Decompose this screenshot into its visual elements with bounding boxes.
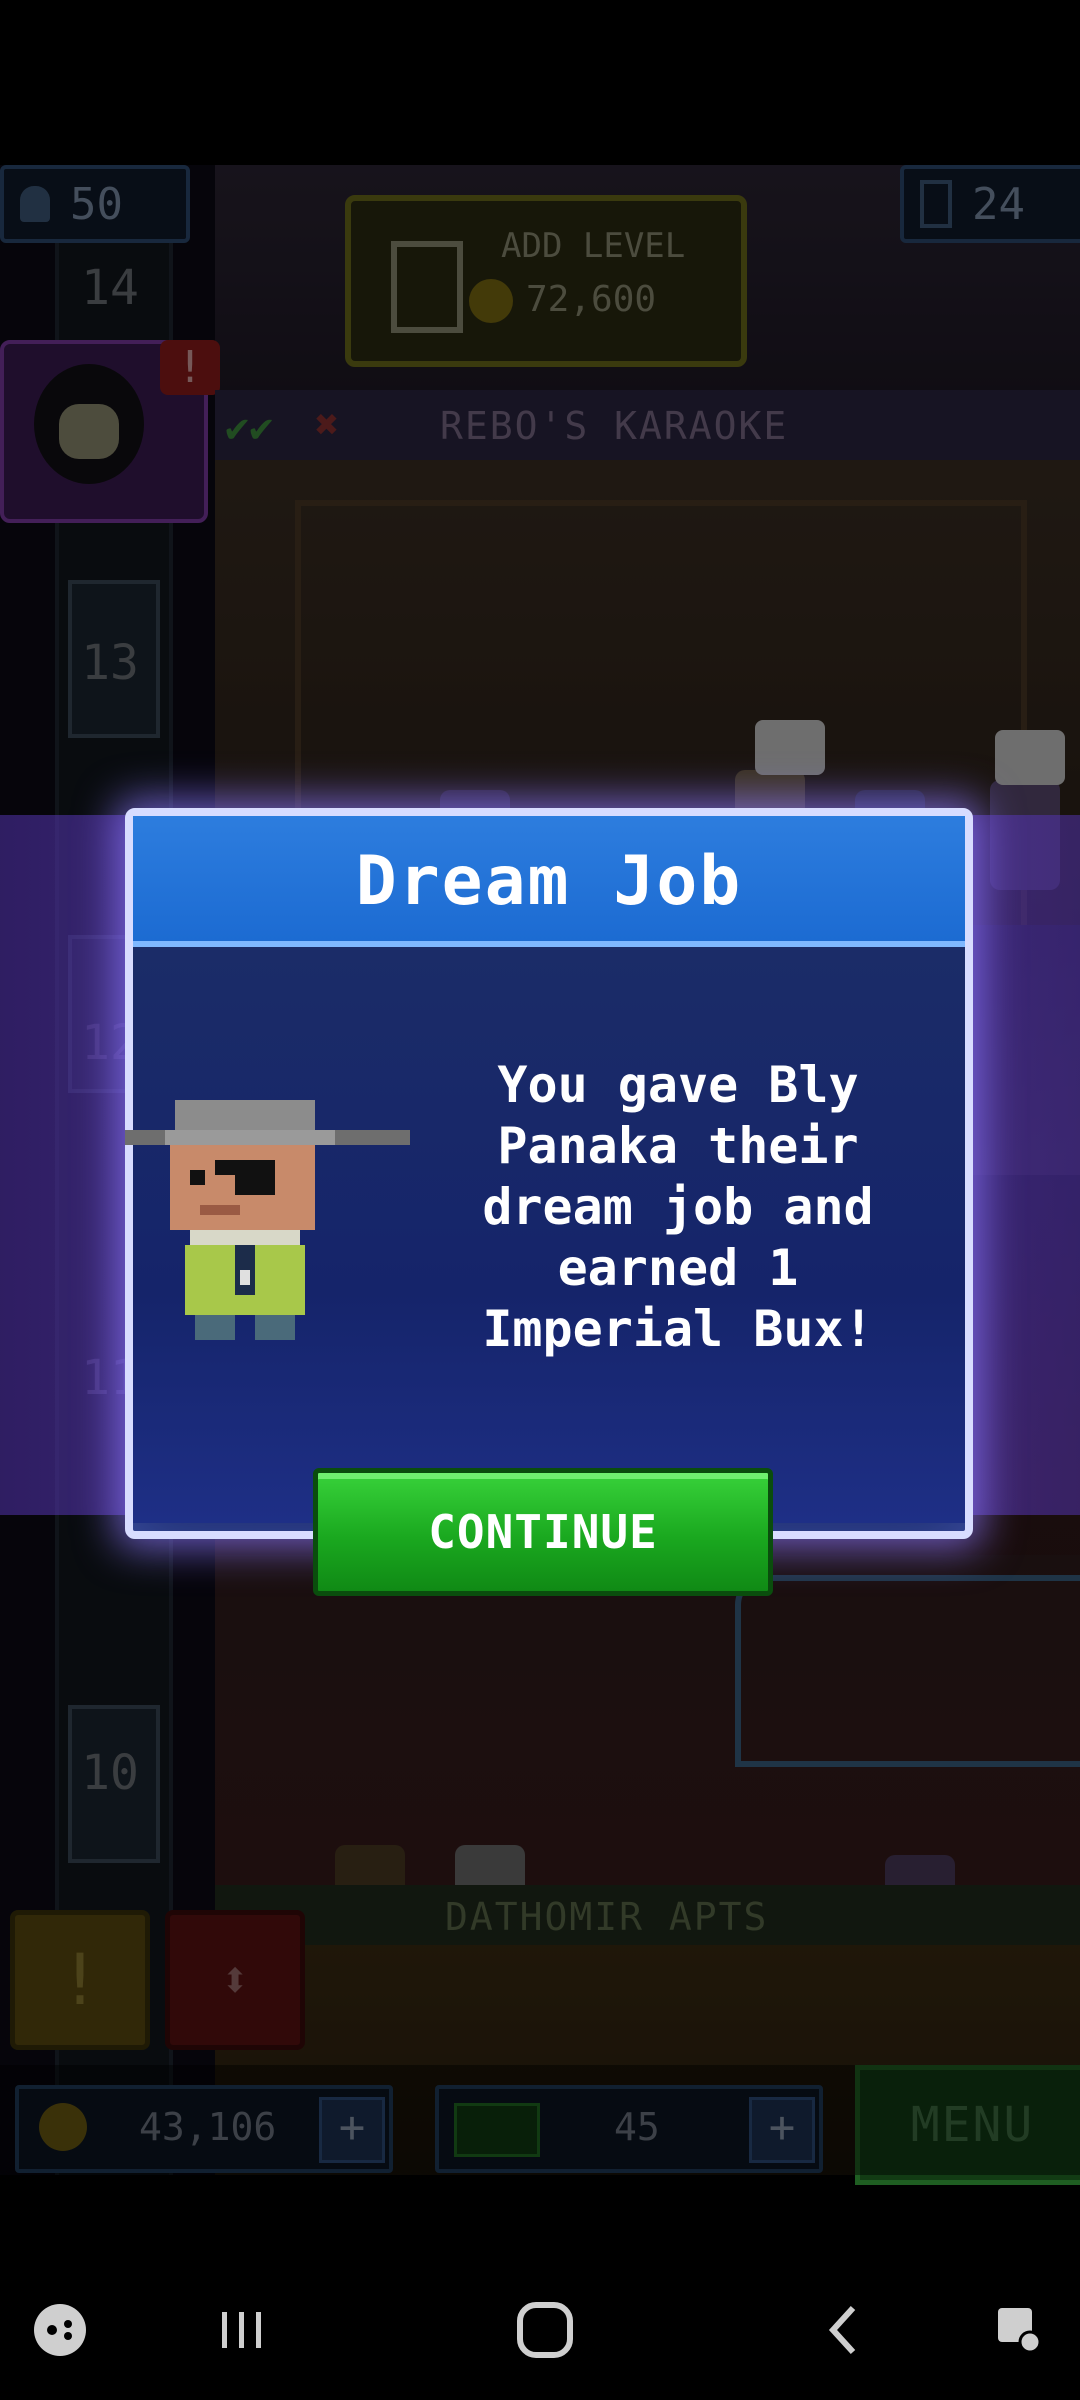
menu-button[interactable]: MENU [855,2065,1080,2185]
coin-balance-value: 43,106 [139,2105,277,2149]
add-bux-button[interactable]: + [749,2097,815,2163]
recent-apps-icon[interactable] [202,2290,282,2370]
bux-icon [454,2103,540,2157]
dialog-header: Dream Job [133,816,965,947]
bux-balance-panel: 45 + [435,2085,823,2173]
home-icon[interactable] [505,2290,585,2370]
game-launcher-icon[interactable] [20,2290,100,2370]
screenshot-touch-icon[interactable] [980,2290,1060,2370]
dialog-title: Dream Job [355,842,743,921]
add-coins-button[interactable]: + [319,2097,385,2163]
coin-balance-panel: 43,106 + [15,2085,393,2173]
dialog-message: You gave Bly Panaka their dream job and … [482,1056,874,1358]
bux-balance-value: 45 [614,2105,660,2149]
coin-icon [39,2103,87,2151]
back-icon[interactable] [805,2290,885,2370]
system-navigation-bar [0,2260,1080,2400]
bitizen-character-portrait [125,1100,410,1340]
continue-button[interactable]: CONTINUE [313,1468,773,1596]
